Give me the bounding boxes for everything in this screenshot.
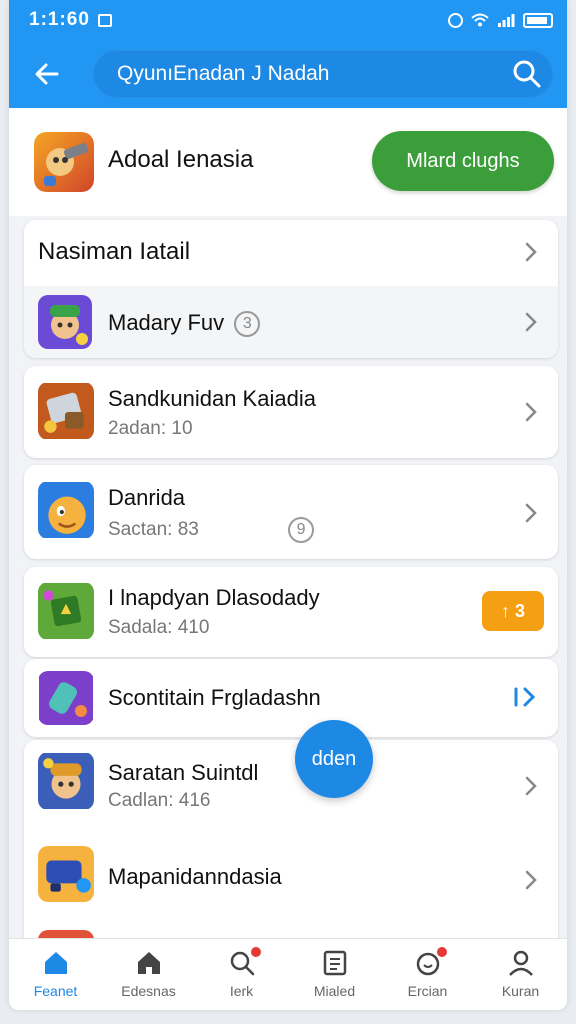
user-icon — [508, 950, 533, 976]
featured-action-button[interactable]: Mlard clughs — [372, 131, 554, 191]
app-header: 1:1:60 QyunıEnadan J Nadah — [9, 0, 567, 108]
count-badge: 3 — [234, 311, 261, 338]
list-item[interactable]: Danrida Sactan: 83 9 — [24, 465, 558, 559]
nav-label: Kuran — [501, 983, 540, 999]
chevron-right-icon — [525, 503, 537, 523]
document-icon — [323, 950, 346, 976]
search-query: QyunıEnadan J Nadah — [117, 62, 330, 85]
alarm-icon — [448, 12, 463, 28]
list-item[interactable]: Saratan Suintdl Cadlan: 416 — [24, 740, 558, 832]
list-item[interactable]: Scontitain Frgladashn — [24, 659, 558, 737]
chevron-right-icon — [525, 870, 537, 890]
list-item-title: Mapanidanndasia — [108, 864, 282, 889]
app-icon — [38, 383, 94, 439]
list-item-title: Madary Fuv — [108, 310, 225, 335]
section-title: Nasiman Iatail — [38, 238, 191, 265]
app-icon — [38, 583, 94, 639]
list-item-title: Scontitain Frgladashn — [108, 685, 321, 710]
app-icon — [38, 753, 94, 809]
list-item-subtitle: Cadlan: 416 — [108, 790, 211, 811]
nav-label: Edesnas — [121, 983, 176, 999]
list-item-title: Saratan Suintdl — [108, 760, 259, 785]
app-icon — [38, 295, 92, 349]
list-item[interactable]: Madary Fuv 3 — [24, 286, 558, 358]
app-icon — [39, 671, 93, 725]
nav-item-documents[interactable]: Mialed — [288, 939, 381, 1010]
signal-icon — [498, 14, 515, 27]
list-item[interactable]: Sandkunidan Kaiadia 2adan: 10 — [24, 366, 558, 458]
update-badge[interactable]: ↑ 3 — [482, 591, 544, 631]
list-item-subtitle: Sactan: 83 9 — [108, 517, 315, 543]
floating-action-button[interactable]: dden — [295, 720, 373, 798]
list-item-subtitle: 2adan: 10 — [108, 418, 193, 439]
status-time: 1:1:60 — [29, 9, 90, 30]
search-icon[interactable] — [511, 58, 543, 90]
chevron-right-blue-icon — [514, 687, 536, 707]
notification-dot — [248, 945, 263, 959]
nav-label: Mialed — [313, 983, 356, 999]
featured-app-title: Adoal Ienasia — [108, 146, 254, 173]
list-card: Scontitain Frgladashn — [24, 659, 558, 737]
list-item-subtitle-text: Sactan: 83 — [108, 519, 199, 541]
list-item-title: Danrida — [108, 485, 186, 510]
main-content: Adoal Ienasia Mlard clughs Nasiman Iatai… — [9, 108, 567, 938]
list-item[interactable]: I lnapdyan Dlasodady Sadala: 410 ↑ 3 — [24, 567, 558, 657]
back-arrow-icon[interactable] — [31, 58, 63, 90]
status-bar: 1:1:60 — [9, 0, 567, 40]
list-card: Sandkunidan Kaiadia 2adan: 10 — [24, 366, 558, 458]
nav-item-notifications[interactable]: Ercian — [381, 939, 474, 1010]
section-header[interactable]: Nasiman Iatail — [24, 220, 558, 284]
count-badge: 9 — [288, 517, 315, 543]
nav-label: Ercian — [407, 983, 448, 999]
wifi-icon — [471, 13, 489, 27]
list-item-title: I lnapdyan Dlasodady — [108, 585, 320, 610]
chevron-right-icon — [525, 776, 537, 796]
nav-item-store[interactable]: Edesnas — [102, 939, 195, 1010]
phone-screen: 1:1:60 QyunıEnadan J Nadah Adoal Ienasia… — [9, 0, 567, 1010]
app-icon — [38, 482, 94, 538]
featured-app: Adoal Ienasia Mlard clughs — [9, 108, 567, 216]
nav-item-profile[interactable]: Kuran — [474, 939, 567, 1010]
partial-list-item-icon — [38, 930, 94, 938]
nav-item-search[interactable]: Ierk — [195, 939, 288, 1010]
home-icon — [137, 952, 160, 974]
chevron-right-icon — [525, 242, 537, 262]
list-card: Danrida Sactan: 83 9 — [24, 465, 558, 559]
search-row: QyunıEnadan J Nadah — [9, 44, 567, 104]
status-icons — [448, 12, 553, 28]
app-icon — [38, 846, 94, 902]
nav-label: Feanet — [33, 983, 78, 999]
chevron-right-icon — [525, 312, 537, 332]
bottom-navigation: Feanet Edesnas Ierk Mialed Ercian Kuran — [9, 938, 567, 1010]
list-item-subtitle: Sadala: 410 — [108, 617, 210, 638]
list-card: Saratan Suintdl Cadlan: 416 Mapanidannda… — [24, 740, 558, 938]
home-icon — [44, 952, 67, 974]
list-card: I lnapdyan Dlasodady Sadala: 410 ↑ 3 — [24, 567, 558, 657]
notification-dot — [434, 945, 449, 959]
sim-card-icon — [97, 13, 112, 27]
chevron-right-icon — [525, 402, 537, 422]
nav-label: Ierk — [229, 983, 254, 999]
list-item[interactable]: Mapanidanndasia — [24, 834, 558, 922]
list-item-name: Madary Fuv 3 — [108, 310, 261, 338]
section-card: Nasiman Iatail Madary Fuv 3 — [24, 220, 558, 358]
search-input[interactable]: QyunıEnadan J Nadah — [93, 50, 553, 98]
featured-app-icon — [34, 132, 94, 192]
nav-item-home[interactable]: Feanet — [9, 939, 102, 1010]
list-item-title: Sandkunidan Kaiadia — [108, 386, 316, 411]
battery-icon — [523, 12, 553, 28]
